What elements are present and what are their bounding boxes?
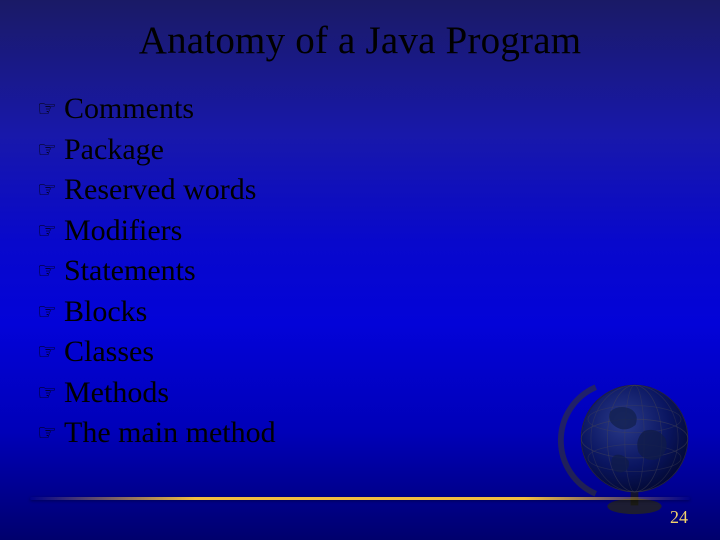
list-item: ☞ Statements xyxy=(36,251,720,292)
list-item: ☞ Classes xyxy=(36,332,720,373)
hand-icon: ☞ xyxy=(36,297,58,327)
item-text: Comments xyxy=(64,89,194,130)
page-number: 24 xyxy=(670,507,688,528)
list-item: ☞ Package xyxy=(36,130,720,171)
item-text: Blocks xyxy=(64,292,147,333)
list-item: ☞ Blocks xyxy=(36,292,720,333)
list-item: ☞ Comments xyxy=(36,89,720,130)
item-text: Statements xyxy=(64,251,196,292)
bullet-list: ☞ Comments ☞ Package ☞ Reserved words ☞ … xyxy=(0,63,720,454)
list-item: ☞ Reserved words xyxy=(36,170,720,211)
item-text: The main method xyxy=(64,413,276,454)
hand-icon: ☞ xyxy=(36,337,58,367)
list-item: ☞ The main method xyxy=(36,413,720,454)
hand-icon: ☞ xyxy=(36,216,58,246)
list-item: ☞ Methods xyxy=(36,373,720,414)
page-title: Anatomy of a Java Program xyxy=(0,0,720,63)
hand-icon: ☞ xyxy=(36,94,58,124)
item-text: Classes xyxy=(64,332,154,373)
hand-icon: ☞ xyxy=(36,418,58,448)
hand-icon: ☞ xyxy=(36,175,58,205)
item-text: Package xyxy=(64,130,164,171)
hand-icon: ☞ xyxy=(36,135,58,165)
divider xyxy=(30,497,690,500)
list-item: ☞ Modifiers xyxy=(36,211,720,252)
item-text: Modifiers xyxy=(64,211,182,252)
hand-icon: ☞ xyxy=(36,378,58,408)
hand-icon: ☞ xyxy=(36,256,58,286)
item-text: Methods xyxy=(64,373,169,414)
item-text: Reserved words xyxy=(64,170,256,211)
